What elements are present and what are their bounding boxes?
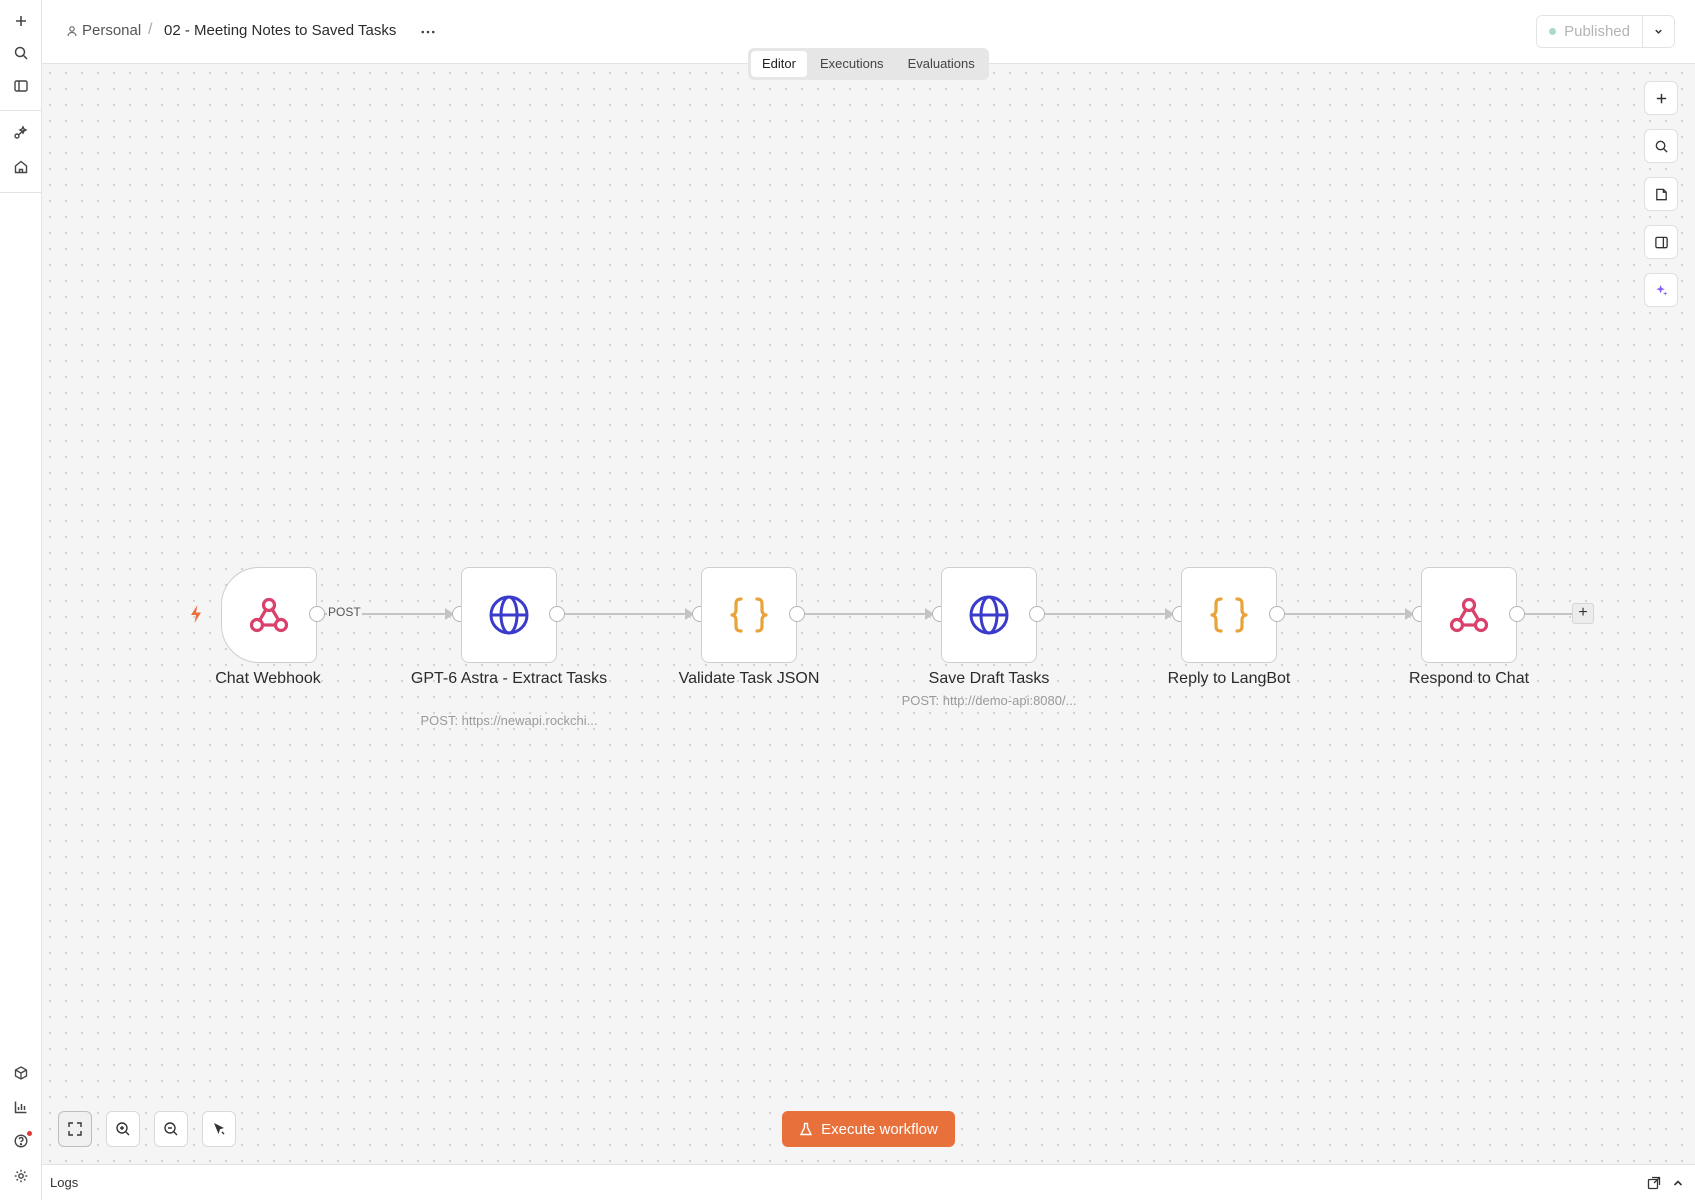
output-port[interactable]	[309, 606, 325, 622]
search-nodes-icon[interactable]	[1644, 129, 1678, 163]
user-icon	[67, 25, 77, 36]
add-icon[interactable]	[9, 9, 33, 33]
output-port[interactable]	[1029, 606, 1045, 622]
fit-view-icon[interactable]	[58, 1111, 92, 1147]
connection-5[interactable]	[1285, 613, 1409, 615]
status-dot	[1549, 28, 1557, 35]
node-label: GPT-6 Astra - Extract Tasks	[410, 670, 608, 687]
chevron-up-icon[interactable]	[1669, 1174, 1687, 1192]
workflows-icon[interactable]	[9, 121, 33, 145]
node-subtitle: POST: http://demo-api:8080/...	[901, 693, 1077, 708]
tidy-up-icon[interactable]	[202, 1111, 236, 1147]
webhook-icon	[1449, 597, 1489, 633]
output-port[interactable]	[1509, 606, 1525, 622]
output-port[interactable]	[1269, 606, 1285, 622]
publish-label: Published	[1564, 23, 1630, 40]
search-icon[interactable]	[9, 41, 33, 65]
connection-2[interactable]	[565, 613, 689, 615]
globe-icon	[969, 595, 1009, 635]
help-icon[interactable]	[9, 1129, 33, 1153]
node-label: Respond to Chat	[1408, 670, 1530, 687]
sidebar-toggle-icon[interactable]	[9, 74, 33, 98]
connection-label: POST	[327, 605, 362, 619]
node-label: Validate Task JSON	[678, 670, 820, 687]
connection-3[interactable]	[805, 613, 929, 615]
node-save-draft-tasks[interactable]	[941, 567, 1037, 663]
publish-control: Published	[1536, 15, 1675, 48]
settings-icon[interactable]	[9, 1164, 33, 1188]
zoom-in-icon[interactable]	[106, 1111, 140, 1147]
templates-icon[interactable]	[9, 1061, 33, 1085]
node-label: Chat Webhook	[215, 670, 321, 687]
node-label: Reply to LangBot	[1167, 670, 1291, 687]
trigger-bolt-icon	[191, 605, 201, 623]
node-chat-webhook[interactable]	[221, 567, 317, 663]
view-tabs: Editor Executions Evaluations	[748, 48, 989, 80]
node-validate-task-json[interactable]	[701, 567, 797, 663]
node-subtitle: POST: https://newapi.rockchi...	[420, 713, 598, 728]
tab-editor[interactable]: Editor	[751, 51, 807, 77]
workflow-title[interactable]: 02 - Meeting Notes to Saved Tasks	[164, 22, 396, 39]
execute-label: Execute workflow	[821, 1120, 938, 1138]
logs-panel[interactable]: Logs	[42, 1164, 1695, 1200]
code-braces-icon	[1210, 597, 1248, 633]
popout-icon[interactable]	[1645, 1174, 1663, 1192]
add-node-icon[interactable]	[1644, 81, 1678, 115]
project-name: Personal	[82, 22, 142, 39]
sticky-note-icon[interactable]	[1644, 177, 1678, 211]
left-sidebar	[0, 0, 42, 1200]
panel-toggle-icon[interactable]	[1644, 225, 1678, 259]
node-respond-to-chat[interactable]	[1421, 567, 1517, 663]
home-icon[interactable]	[9, 155, 33, 179]
notification-dot	[27, 1131, 32, 1136]
connection-end	[1525, 613, 1573, 615]
chevron-down-icon[interactable]	[1642, 16, 1674, 47]
code-braces-icon	[730, 597, 768, 633]
breadcrumb-separator: /	[148, 21, 153, 38]
breadcrumb-project[interactable]: Personal	[66, 22, 141, 39]
node-gpt6-astra-extract-tasks[interactable]	[461, 567, 557, 663]
node-label: Save Draft Tasks	[928, 670, 1050, 687]
publish-button[interactable]: Published	[1537, 16, 1642, 47]
flask-icon	[800, 1122, 813, 1136]
node-reply-to-langbot[interactable]	[1181, 567, 1277, 663]
webhook-icon	[249, 597, 289, 633]
output-port[interactable]	[549, 606, 565, 622]
connection-4[interactable]	[1045, 613, 1169, 615]
ai-assistant-icon[interactable]	[1644, 273, 1678, 307]
output-port[interactable]	[789, 606, 805, 622]
more-options-icon[interactable]	[416, 20, 440, 44]
tab-executions[interactable]: Executions	[809, 51, 895, 77]
tab-evaluations[interactable]: Evaluations	[897, 51, 986, 77]
execute-workflow-button[interactable]: Execute workflow	[782, 1111, 955, 1147]
logs-label: Logs	[50, 1175, 79, 1190]
add-next-node-button[interactable]: +	[1572, 603, 1594, 624]
zoom-out-icon[interactable]	[154, 1111, 188, 1147]
insights-icon[interactable]	[9, 1095, 33, 1119]
globe-icon	[489, 595, 529, 635]
